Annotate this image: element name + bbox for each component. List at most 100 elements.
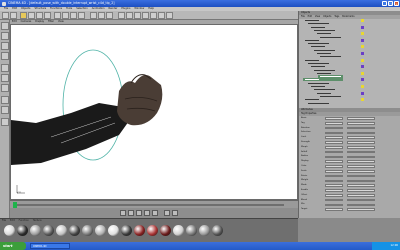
timeline[interactable] (10, 200, 298, 208)
nurbs-icon[interactable] (126, 12, 133, 19)
attribute-value-field[interactable] (325, 160, 343, 163)
attribute-value-field[interactable] (347, 131, 375, 135)
attribute-value-field[interactable] (347, 160, 375, 163)
light-icon[interactable] (166, 12, 173, 19)
objects-menu-tags[interactable]: Tags (334, 15, 339, 19)
material-menu-edit[interactable]: Edit (10, 219, 15, 223)
attribute-value-field[interactable] (347, 208, 375, 211)
object-tag-icon[interactable] (361, 71, 364, 75)
rotate-icon[interactable] (44, 12, 51, 19)
object-tag-icon[interactable] (361, 25, 364, 29)
attribute-value-field[interactable] (325, 141, 343, 144)
object-tag-icon[interactable] (361, 91, 364, 95)
play-icon[interactable] (136, 210, 142, 216)
render-region-icon[interactable] (98, 12, 105, 19)
material-swatch[interactable] (30, 225, 41, 236)
material-swatch[interactable] (56, 225, 67, 236)
inverse-kinematics-icon[interactable] (1, 106, 9, 114)
material-swatch[interactable] (82, 225, 93, 236)
use-texture-tool-icon[interactable] (1, 42, 9, 50)
object-tag-icon[interactable] (361, 65, 364, 69)
attribute-value-field[interactable] (325, 203, 343, 207)
scene-icon[interactable] (150, 12, 157, 19)
material-swatch[interactable] (108, 225, 119, 236)
scale-icon[interactable] (36, 12, 43, 19)
taskbar-item-cinema4d[interactable]: CINEMA 4D (30, 243, 70, 249)
attribute-value-field[interactable] (325, 117, 343, 120)
attribute-value-field[interactable] (347, 184, 375, 187)
material-swatch[interactable] (4, 225, 15, 236)
next-frame-icon[interactable] (144, 210, 150, 216)
objects-menu-bookmarks[interactable]: Bookmarks (342, 15, 354, 19)
attribute-value-field[interactable] (347, 117, 375, 120)
record-icon[interactable] (164, 210, 170, 216)
attribute-value-field[interactable] (325, 189, 343, 192)
attribute-value-field[interactable] (347, 179, 375, 183)
object-tree-row[interactable] (306, 102, 343, 105)
attribute-value-field[interactable] (347, 189, 375, 192)
objects-menu-file[interactable]: File (301, 15, 305, 19)
attribute-value-field[interactable] (325, 179, 343, 183)
attribute-value-field[interactable] (347, 165, 375, 168)
attribute-value-field[interactable] (347, 155, 375, 159)
attribute-value-field[interactable] (347, 122, 375, 125)
object-tag-icon[interactable] (361, 38, 364, 42)
material-swatch[interactable] (17, 225, 28, 236)
object-tag-icon[interactable] (361, 52, 364, 55)
attribute-value-field[interactable] (325, 208, 343, 211)
use-axis-tool-icon[interactable] (1, 52, 9, 60)
live-select-icon[interactable] (20, 12, 27, 19)
attribute-value-field[interactable] (325, 122, 343, 125)
attribute-value-field[interactable] (325, 194, 343, 197)
use-object-tool-icon[interactable] (1, 32, 9, 40)
close-button[interactable]: × (394, 1, 399, 6)
attribute-value-field[interactable] (347, 170, 375, 173)
autokey-icon[interactable] (172, 210, 178, 216)
objects-menu-objects[interactable]: Objects (323, 15, 331, 19)
attribute-value-field[interactable] (347, 203, 375, 207)
attribute-value-field[interactable] (325, 150, 343, 154)
material-swatch[interactable] (121, 225, 132, 236)
objects-menu-view[interactable]: View (315, 15, 320, 19)
previous-frame-icon[interactable] (128, 210, 134, 216)
attribute-value-field[interactable] (347, 146, 375, 149)
3d-viewport[interactable]: y x (10, 24, 298, 200)
material-menu-function[interactable]: Function (19, 219, 29, 223)
camera-icon[interactable] (158, 12, 165, 19)
undo-icon[interactable] (2, 12, 9, 19)
minimize-button[interactable]: _ (382, 1, 387, 6)
points-tool-icon[interactable] (1, 64, 9, 72)
attribute-value-field[interactable] (325, 155, 343, 159)
render-view-icon[interactable] (90, 12, 97, 19)
object-tag-icon[interactable] (361, 45, 364, 49)
spline-icon[interactable] (134, 12, 141, 19)
move-icon[interactable] (28, 12, 35, 19)
animation-tool-icon[interactable] (1, 96, 9, 104)
attribute-value-field[interactable] (347, 198, 375, 202)
timeline-track[interactable] (14, 204, 284, 206)
coordinate-system-icon[interactable] (78, 12, 85, 19)
material-swatch[interactable] (160, 225, 171, 236)
attribute-value-field[interactable] (325, 165, 343, 168)
material-menu-texture[interactable]: Texture (33, 219, 42, 223)
go-to-start-icon[interactable] (120, 210, 126, 216)
attribute-value-field[interactable] (347, 141, 375, 144)
object-tag-icon[interactable] (361, 32, 364, 36)
object-tag-icon[interactable] (361, 85, 364, 88)
attribute-value-field[interactable] (325, 146, 343, 149)
use-model-tool-icon[interactable] (1, 22, 9, 30)
material-menu-file[interactable]: File (2, 219, 6, 223)
material-swatch[interactable] (199, 225, 210, 236)
attribute-value-field[interactable] (325, 174, 343, 178)
object-tag-icon[interactable] (361, 19, 364, 22)
deformer-icon[interactable] (142, 12, 149, 19)
attribute-value-field[interactable] (347, 174, 375, 178)
object-tag-icon[interactable] (361, 98, 364, 102)
attribute-value-field[interactable] (347, 194, 375, 197)
material-swatch[interactable] (134, 225, 145, 236)
material-swatch[interactable] (186, 225, 197, 236)
attribute-value-field[interactable] (325, 136, 343, 139)
attribute-value-field[interactable] (347, 126, 375, 130)
object-tag-icon[interactable] (361, 78, 364, 82)
y-axis-icon[interactable] (62, 12, 69, 19)
